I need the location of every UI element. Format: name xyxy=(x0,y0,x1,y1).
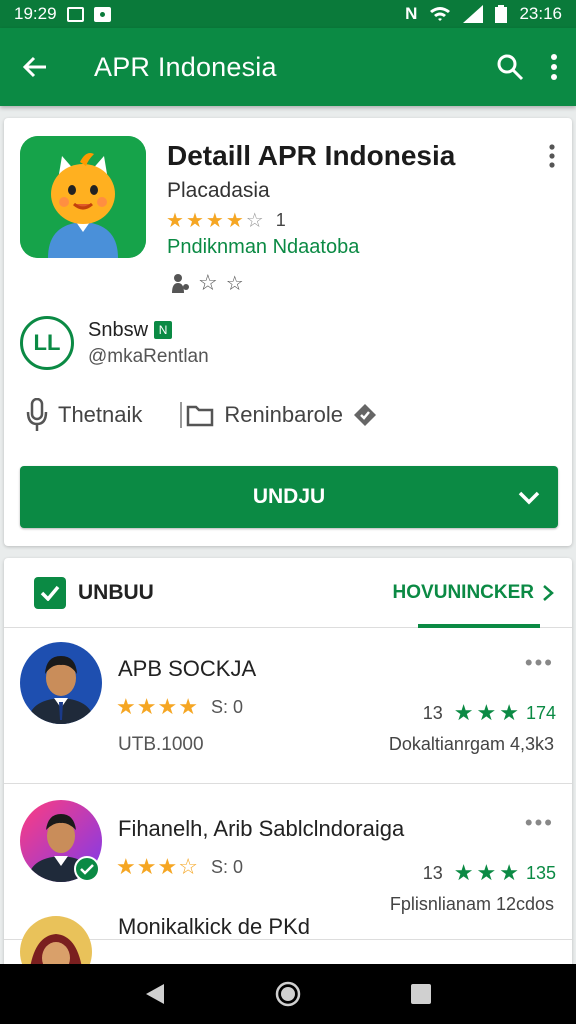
review-right-num: 13 xyxy=(422,702,443,723)
back-button[interactable] xyxy=(0,28,70,106)
review-item[interactable]: Monikalkick de PKd xyxy=(4,908,572,968)
star-icon: ★ xyxy=(178,694,198,719)
star-outline-icon: ☆ xyxy=(178,854,198,879)
signal-icon xyxy=(463,5,484,23)
star-icon: ★ xyxy=(136,694,157,719)
more-horiz-icon[interactable]: ••• xyxy=(525,650,554,676)
reviews-card: UNBUU HOVUNINCKER APB SOCKJA ★ ★ ★ ★ S: xyxy=(4,558,572,968)
star-icon: ★ xyxy=(185,209,204,232)
rating-count: 1 xyxy=(275,210,286,230)
developer-handle: @mkaRentlan xyxy=(88,345,209,367)
star-icon: ★ xyxy=(225,209,244,232)
back-nav-icon[interactable] xyxy=(144,982,166,1006)
app-category[interactable]: Pndiknman Ndaatoba xyxy=(167,236,359,259)
meta-folder[interactable]: Reninbarole xyxy=(186,402,377,428)
meta-right-label: Reninbarole xyxy=(224,402,344,427)
microphone-icon xyxy=(26,398,48,431)
review-item[interactable]: APB SOCKJA ★ ★ ★ ★ S: 0 UTB.1000 ••• 13 … xyxy=(4,628,572,784)
star-icon: ★ xyxy=(499,860,519,885)
tag-icon xyxy=(354,404,377,426)
review-right-count: 174 xyxy=(525,702,556,723)
star-icon: ★ xyxy=(136,854,157,879)
page-title: APR Indonesia xyxy=(94,51,277,82)
star-outline-icon: ☆ xyxy=(245,209,264,232)
review-right-subtitle: Dokaltianrgam 4,3k3 xyxy=(388,734,554,754)
meta-mic[interactable]: Thetnaik xyxy=(26,398,142,432)
star-icon: ★ xyxy=(205,209,224,232)
search-icon[interactable] xyxy=(496,53,524,81)
review-right-count: 135 xyxy=(525,862,556,883)
status-clock: 23:16 xyxy=(519,4,562,23)
install-button[interactable]: UNDJU xyxy=(20,466,558,528)
star-icon: ★ xyxy=(157,854,178,879)
avatar xyxy=(20,916,92,968)
developer-logo: LL xyxy=(20,316,74,370)
star-icon: ★ xyxy=(476,860,497,885)
star-icon: ★ xyxy=(116,694,136,719)
review-subtitle: UTB.1000 xyxy=(118,734,204,755)
avatar xyxy=(20,642,102,724)
review-stars: ★ ★ ★ ☆ S: 0 xyxy=(116,856,243,878)
app-name: Detaill APR Indonesia xyxy=(167,140,456,171)
recents-nav-icon[interactable] xyxy=(410,983,432,1005)
status-time: 19:29 xyxy=(14,4,57,23)
star-icon: ★ xyxy=(453,700,474,725)
developer-name: Snbsw xyxy=(88,318,149,341)
tab-right-label: HOVUNINCKER xyxy=(392,581,534,603)
review-helpful: 13 ★ ★ ★ 135 xyxy=(423,860,556,886)
star-outline-icon: ☆ xyxy=(198,270,218,295)
review-author: APB SOCKJA xyxy=(118,656,257,681)
review-stars: ★ ★ ★ ★ S: 0 xyxy=(116,696,243,718)
tab-see-more[interactable]: HOVUNINCKER xyxy=(393,582,554,604)
wifi-icon xyxy=(430,7,451,21)
install-label: UNDJU xyxy=(252,485,326,508)
star-icon: ★ xyxy=(116,854,136,879)
more-vert-icon[interactable] xyxy=(548,144,556,168)
tab-left-label: UNBUU xyxy=(78,580,154,604)
review-author: Fihanelh, Arib Sablclndoraiga xyxy=(118,816,405,841)
content-rating-icons: ☆ ☆ xyxy=(170,270,244,296)
folder-icon xyxy=(187,405,214,427)
star-icon: ★ xyxy=(499,700,519,725)
arrow-left-icon xyxy=(22,56,46,78)
review-score: S: 0 xyxy=(210,696,243,717)
notification-icon xyxy=(66,6,84,22)
divider xyxy=(180,402,183,428)
star-icon: ★ xyxy=(453,860,474,885)
tab-verified[interactable]: UNBUU xyxy=(34,576,154,609)
nfc-icon: N xyxy=(405,4,418,23)
app-developer[interactable]: Placadasia xyxy=(167,179,270,203)
app-icon xyxy=(20,136,146,258)
verified-badge: N xyxy=(154,321,173,339)
developer-row[interactable]: LL Snbsw N @mkaRentlan xyxy=(20,316,209,370)
app-bar: APR Indonesia xyxy=(0,28,576,106)
more-vert-icon[interactable] xyxy=(550,54,558,80)
chevron-right-icon xyxy=(543,584,554,601)
review-author: Monikalkick de PKd xyxy=(118,914,310,939)
check-icon xyxy=(34,576,66,609)
battery-icon xyxy=(495,5,508,23)
app-notification-icon xyxy=(93,6,111,22)
review-helpful: 13 ★ ★ ★ 174 xyxy=(423,700,556,726)
star-outline-icon: ☆ xyxy=(225,272,244,295)
meta-left-label: Thetnaik xyxy=(58,402,143,427)
star-icon: ★ xyxy=(476,700,497,725)
reviews-tabs: UNBUU HOVUNINCKER xyxy=(4,558,572,628)
star-icon: ★ xyxy=(166,209,184,232)
meta-row: Thetnaik Reninbarole xyxy=(26,398,377,432)
chevron-down-icon[interactable] xyxy=(516,484,542,510)
review-right-num: 13 xyxy=(422,862,443,883)
person-icon xyxy=(172,274,189,293)
status-bar: 19:29 N 23:16 xyxy=(0,0,576,28)
star-icon: ★ xyxy=(157,694,178,719)
more-horiz-icon[interactable]: ••• xyxy=(525,810,554,836)
system-nav-bar xyxy=(0,964,576,1024)
review-score: S: 0 xyxy=(210,856,243,877)
app-detail-card: Detaill APR Indonesia Placadasia ★ ★ ★ ★… xyxy=(4,118,572,546)
home-nav-icon[interactable] xyxy=(275,981,301,1007)
app-rating: ★ ★ ★ ★ ☆ 1 xyxy=(166,210,286,231)
verified-check-icon xyxy=(74,856,100,882)
